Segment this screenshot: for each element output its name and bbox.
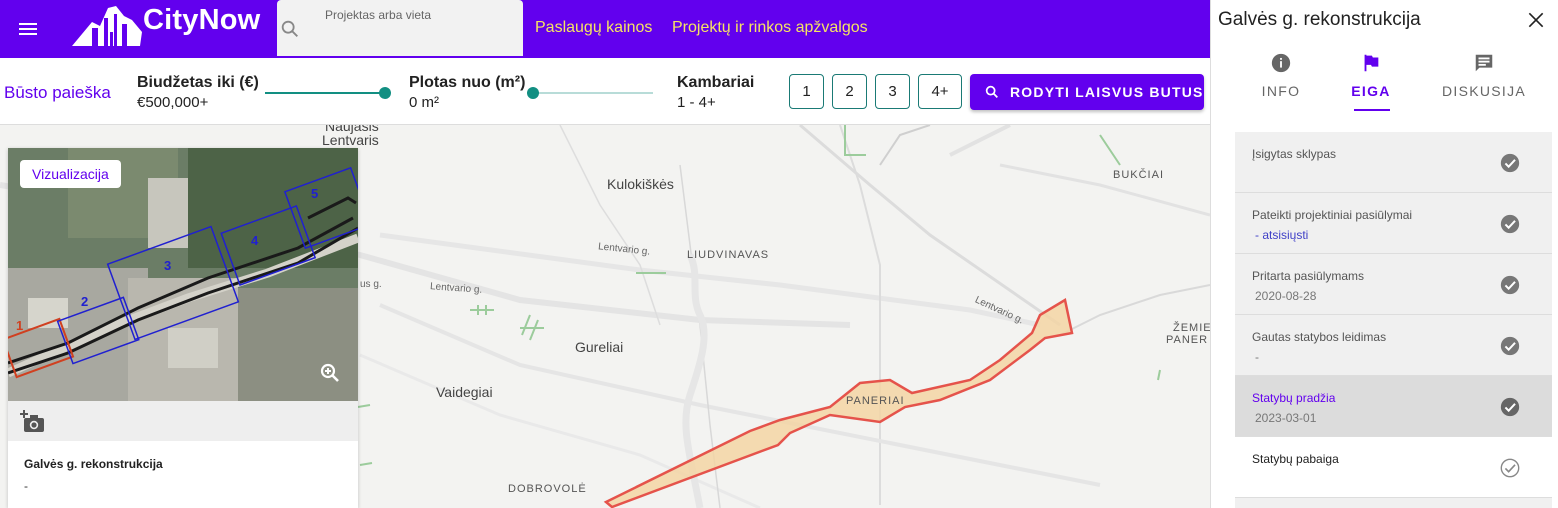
check-circle-icon (1500, 397, 1520, 417)
place-label-vaidegiai: Vaidegiai (436, 384, 493, 400)
area-slider[interactable] (533, 92, 653, 94)
show-available-apartments-button[interactable]: RODYTI LAISVUS BUTUS (970, 74, 1204, 110)
rooms-label: Kambariai (677, 74, 755, 91)
step-item-pending[interactable]: Statybų pabaiga (1235, 437, 1552, 498)
step-item[interactable]: Pritarta pasiūlymams 2020-08-28 (1235, 254, 1552, 315)
download-link[interactable]: - atsisiųsti (1255, 228, 1308, 242)
tab-eiga-label: EIGA (1351, 83, 1391, 99)
place-label-gureliai: Gureliai (575, 339, 624, 355)
place-label-lentvaris: Lentvaris (322, 132, 379, 148)
project-area-outline[interactable] (603, 298, 1074, 508)
step-item[interactable]: Pateikti projektiniai pasiūlymai - atsis… (1235, 193, 1552, 254)
area-slider-handle[interactable] (527, 87, 539, 99)
comment-icon (1475, 54, 1493, 72)
step-title: Pateikti projektiniai pasiūlymai (1252, 208, 1413, 222)
progress-steps-list: Įsigytas sklypas Pateikti projektiniai p… (1235, 132, 1552, 508)
step-title: Įsigytas sklypas (1252, 147, 1337, 161)
step-date: 2023-03-01 (1255, 411, 1317, 425)
nav-link-service-prices[interactable]: Paslaugų kainos (535, 19, 652, 37)
filter-bar: Būsto paieška Biudžetas iki (€) €500,000… (0, 58, 1210, 125)
check-circle-icon (1500, 336, 1520, 356)
svg-text:5: 5 (311, 186, 318, 201)
road-label-us: us g. (360, 279, 382, 290)
rooms-button-1[interactable]: 1 (789, 74, 824, 109)
budget-slider-handle[interactable] (379, 87, 391, 99)
photo-actions-row (8, 401, 358, 441)
project-visualization-image[interactable]: 1 2 3 4 5 Vizualizacija (8, 148, 358, 401)
step-title: Statybų pabaiga (1252, 452, 1339, 466)
tab-diskusija-label: DISKUSIJA (1441, 83, 1527, 99)
card-title: Galvės g. rekonstrukcija (24, 457, 163, 471)
search-icon (281, 20, 298, 37)
tab-info-label: INFO (1261, 83, 1301, 99)
tab-diskusija[interactable]: DISKUSIJA (1434, 52, 1534, 99)
menu-icon[interactable] (16, 17, 40, 41)
step-title: Gautas statybos leidimas (1252, 330, 1387, 344)
step-item[interactable]: Įsigytas sklypas (1235, 132, 1552, 193)
budget-label: Biudžetas iki (€) (137, 74, 259, 91)
budget-value: €500,000+ (137, 94, 209, 111)
show-button-label: RODYTI LAISVUS BUTUS (1010, 84, 1204, 100)
active-tab-indicator (1354, 109, 1390, 111)
search-field[interactable]: Projektas arba vieta (277, 0, 523, 56)
tab-eiga[interactable]: EIGA (1321, 52, 1421, 99)
rooms-value: 1 - 4+ (677, 94, 716, 111)
top-bar: CityNow Projektas arba vieta Paslaugų ka… (0, 0, 1210, 58)
place-label-paneriai: PANERIAI (846, 395, 905, 407)
check-circle-icon (1500, 275, 1520, 295)
place-label-kulokiskes: Kulokiškės (607, 176, 674, 192)
step-title: Statybų pradžia (1252, 391, 1336, 405)
housing-search-link[interactable]: Būsto paieška (4, 83, 111, 103)
card-subtitle: - (24, 479, 28, 493)
step-date: 2020-08-28 (1255, 289, 1317, 303)
rooms-button-4plus[interactable]: 4+ (918, 74, 962, 109)
place-label-dobrovole: DOBROVOLĖ (508, 483, 587, 495)
svg-text:3: 3 (164, 258, 171, 273)
step-item-current[interactable]: Statybų pradžia 2023-03-01 (1235, 376, 1552, 437)
close-icon[interactable] (1526, 10, 1546, 30)
project-details-panel: Galvės g. rekonstrukcija INFO EIGA DISKU… (1210, 0, 1558, 508)
rooms-button-3[interactable]: 3 (875, 74, 910, 109)
check-circle-icon (1500, 214, 1520, 234)
brand-name[interactable]: CityNow (143, 4, 260, 37)
budget-slider[interactable] (265, 92, 385, 94)
nav-link-project-reviews[interactable]: Projektų ir rinkos apžvalgos (672, 19, 868, 37)
svg-text:1: 1 (16, 318, 23, 333)
area-value: 0 m² (409, 94, 439, 111)
place-label-paneriai-edge: PANER (1166, 334, 1209, 346)
visualization-chip[interactable]: Vizualizacija (20, 160, 121, 188)
check-circle-outline-icon (1500, 458, 1520, 478)
zoom-in-icon[interactable] (318, 361, 342, 385)
step-title: Pritarta pasiūlymams (1252, 269, 1365, 283)
search-input[interactable] (313, 0, 518, 56)
panel-title: Galvės g. rekonstrukcija (1218, 9, 1421, 30)
place-label-bukciai: BUKČIAI (1113, 169, 1165, 181)
info-icon (1271, 53, 1291, 73)
place-label-liudvinavas: LIUDVINAVAS (687, 249, 770, 261)
rooms-button-2[interactable]: 2 (832, 74, 867, 109)
check-circle-icon (1500, 153, 1520, 173)
search-icon (985, 85, 998, 98)
svg-text:2: 2 (81, 294, 88, 309)
project-card[interactable]: 1 2 3 4 5 Vizualizacija Galvės g. rekons… (8, 148, 358, 508)
step-detail: - (1255, 350, 1259, 364)
add-photo-icon[interactable] (20, 409, 46, 435)
place-label-zemieji: ŽEMIE (1173, 322, 1210, 334)
tab-info[interactable]: INFO (1231, 52, 1331, 99)
area-label: Plotas nuo (m²) (409, 74, 526, 91)
svg-text:4: 4 (251, 233, 259, 248)
flag-icon (1364, 54, 1379, 72)
step-item[interactable]: Gautas statybos leidimas - (1235, 315, 1552, 376)
